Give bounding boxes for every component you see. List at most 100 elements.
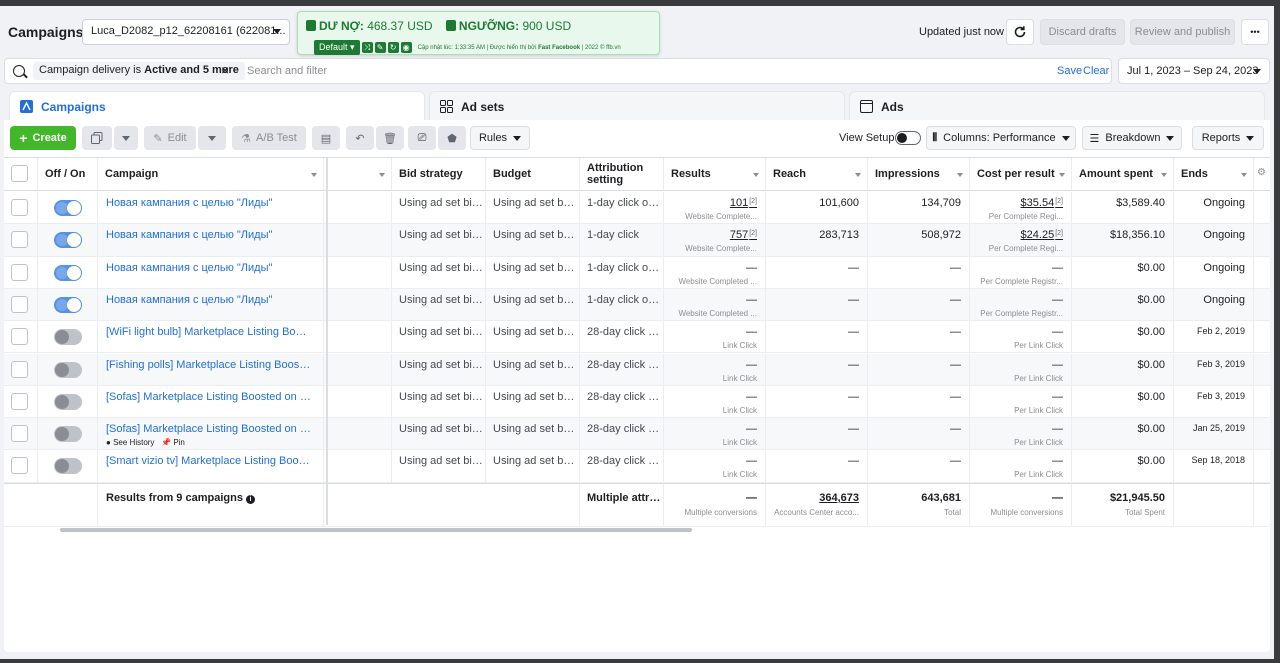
refresh-button[interactable] [1006, 19, 1034, 45]
ab-test-button[interactable]: ⚗ A/B Test [232, 126, 306, 150]
ext-shuffle-icon[interactable]: ⤨ [361, 42, 373, 53]
columns-button[interactable]: ⦀ Columns: Performance [926, 126, 1076, 150]
tab-campaigns[interactable]: Campaigns [9, 91, 425, 121]
cpr-number: — [1052, 455, 1063, 468]
attribution-value: 1-day click or ... [587, 261, 661, 274]
review-publish-button[interactable]: Review and publish [1130, 19, 1235, 45]
view-setup-toggle[interactable] [895, 131, 921, 145]
discard-drafts-button[interactable]: Discard drafts [1040, 19, 1125, 45]
results-value[interactable]: 757[2] [730, 229, 757, 241]
filter-chip-delivery[interactable]: Campaign delivery is Active and 5 more [33, 62, 245, 80]
row-campaign-cell: [Fishing polls] Marketplace Listing Boos… [98, 353, 324, 385]
ext-edit-icon[interactable]: ✎ [374, 42, 386, 53]
row-checkbox[interactable] [11, 425, 28, 443]
header-budget[interactable]: Budget [486, 158, 580, 190]
campaign-toggle[interactable] [54, 232, 82, 249]
table-row[interactable]: Новая кампания с целью "Лиды" Using ad se… [4, 256, 1270, 289]
header-amount-spent[interactable]: Amount spent [1072, 158, 1174, 190]
date-range-picker[interactable]: Jul 1, 2023 – Sep 24, 2023 [1118, 58, 1270, 84]
totals-reach[interactable]: 364,673 [819, 492, 859, 504]
breakdown-button[interactable]: ☰ Breakdown [1082, 126, 1182, 150]
row-checkbox[interactable] [11, 231, 28, 249]
header-impressions[interactable]: Impressions [868, 158, 970, 190]
select-all-checkbox[interactable] [11, 165, 28, 182]
row-checkbox[interactable] [11, 392, 28, 410]
header-ends[interactable]: Ends [1174, 158, 1254, 190]
header-cost-per-result[interactable]: Cost per result [970, 158, 1072, 190]
duplicate-dropdown[interactable] [114, 126, 138, 150]
header-offon[interactable]: Off / On [38, 158, 98, 190]
table-row[interactable]: Новая кампания с целью "Лиды" Using ad se… [4, 224, 1270, 257]
campaign-name-link[interactable]: Новая кампания с целью "Лиды" [106, 197, 311, 209]
table-row[interactable]: [Fishing polls] Marketplace Listing Boos… [4, 353, 1270, 386]
cpr-value[interactable]: $35.54[2] [1021, 197, 1063, 209]
cpr-value[interactable]: $24.25[2] [1021, 229, 1063, 241]
header-attribution[interactable]: Attribution setting [580, 158, 664, 190]
results-value: — [746, 359, 757, 371]
reports-button[interactable]: Reports [1192, 126, 1264, 150]
table-row[interactable]: [Sofas] Marketplace Listing Boosted on 0… [4, 385, 1270, 419]
header-delivery[interactable] [324, 158, 392, 190]
duplicate-button[interactable] [82, 126, 112, 150]
table-row[interactable]: Новая кампания с целью "Лиды" Using ad se… [4, 192, 1270, 225]
row-checkbox[interactable] [11, 295, 28, 313]
campaign-toggle[interactable] [54, 458, 82, 475]
row-checkbox[interactable] [11, 328, 28, 346]
campaign-toggle[interactable] [54, 200, 82, 216]
delete-button[interactable]: 🗑 [376, 126, 404, 150]
more-button[interactable]: ••• [1241, 19, 1269, 45]
ext-refresh-icon[interactable]: ↻ [387, 42, 399, 53]
info-icon[interactable]: i [246, 495, 255, 504]
bid-strategy-value: Using ad set bid... [399, 358, 483, 371]
pin-link[interactable]: Pin [173, 438, 185, 447]
horizontal-scrollbar[interactable] [60, 528, 692, 532]
row-checkbox[interactable] [11, 360, 28, 378]
results-value[interactable]: 101[2] [730, 197, 757, 209]
table-row[interactable]: [WiFi light bulb] Marketplace Listing Bo… [4, 321, 1270, 354]
campaign-toggle[interactable] [54, 426, 82, 443]
table-row[interactable]: [Sofas] Marketplace Listing Boosted on 0… [4, 418, 1270, 451]
create-button[interactable]: + Create [10, 126, 76, 150]
campaign-toggle[interactable] [54, 361, 82, 378]
row-checkbox[interactable] [11, 457, 28, 475]
row-checkbox[interactable] [11, 199, 28, 216]
campaign-name-link[interactable]: [Sofas] Marketplace Listing Boosted on 0… [106, 423, 311, 435]
see-history-link[interactable]: See History [113, 438, 154, 447]
campaign-name-link[interactable]: Новая кампания с целью "Лиды" [106, 262, 311, 274]
campaign-name-link[interactable]: [Smart vizio tv] Marketplace Listing Boo… [106, 455, 311, 467]
campaign-toggle[interactable] [54, 264, 82, 281]
campaign-name-link[interactable]: [Fishing polls] Marketplace Listing Boos… [106, 359, 311, 371]
campaign-name-link[interactable]: [WiFi light bulb] Marketplace Listing Bo… [106, 326, 311, 338]
campaign-name-link[interactable]: [Sofas] Marketplace Listing Boosted on 0… [106, 391, 311, 403]
clear-filter-link[interactable]: Clear [1083, 65, 1109, 77]
header-results[interactable]: Results [664, 158, 766, 190]
campaign-name-link[interactable]: Новая кампания с целью "Лиды" [106, 229, 311, 241]
tag-button[interactable]: ⬟ [438, 126, 466, 150]
ext-default-select[interactable]: Default ▾ [314, 40, 360, 55]
ext-eye-icon[interactable]: ◉ [400, 42, 412, 53]
clipboard-button[interactable]: ▤ [312, 126, 340, 150]
table-row[interactable]: Новая кампания с целью "Лиды" Using ad se… [4, 288, 1270, 322]
undo-button[interactable]: ↶ [346, 126, 374, 150]
campaign-toggle[interactable] [54, 329, 82, 346]
edit-dropdown[interactable] [198, 126, 226, 150]
account-selector[interactable]: Luca_D2082_p12_62208161 (622081... [82, 19, 290, 45]
tab-ads[interactable]: Ads [849, 91, 1265, 121]
header-settings-cell[interactable]: ⚙ [1254, 158, 1270, 190]
row-budget-cell: Using ad set bu... [486, 385, 580, 418]
campaign-name-link[interactable]: Новая кампания с целью "Лиды" [106, 294, 311, 306]
search-filter-input[interactable]: Search and filter [247, 65, 327, 77]
header-campaign[interactable]: Campaign [98, 158, 324, 190]
tab-ad-sets[interactable]: Ad sets [429, 91, 845, 121]
header-reach[interactable]: Reach [766, 158, 868, 190]
close-icon[interactable]: × [221, 63, 229, 77]
row-checkbox[interactable] [11, 263, 28, 281]
rules-button[interactable]: Rules [470, 126, 530, 150]
campaign-toggle[interactable] [54, 296, 82, 313]
edit-button[interactable]: ✎ Edit [144, 126, 196, 150]
save-filter-link[interactable]: Save [1057, 65, 1082, 77]
table-row[interactable]: [Smart vizio tv] Marketplace Listing Boo… [4, 450, 1270, 483]
campaign-toggle[interactable] [54, 393, 82, 410]
preview-button[interactable]: ⎚ [408, 126, 436, 150]
header-bid-strategy[interactable]: Bid strategy [392, 158, 486, 190]
